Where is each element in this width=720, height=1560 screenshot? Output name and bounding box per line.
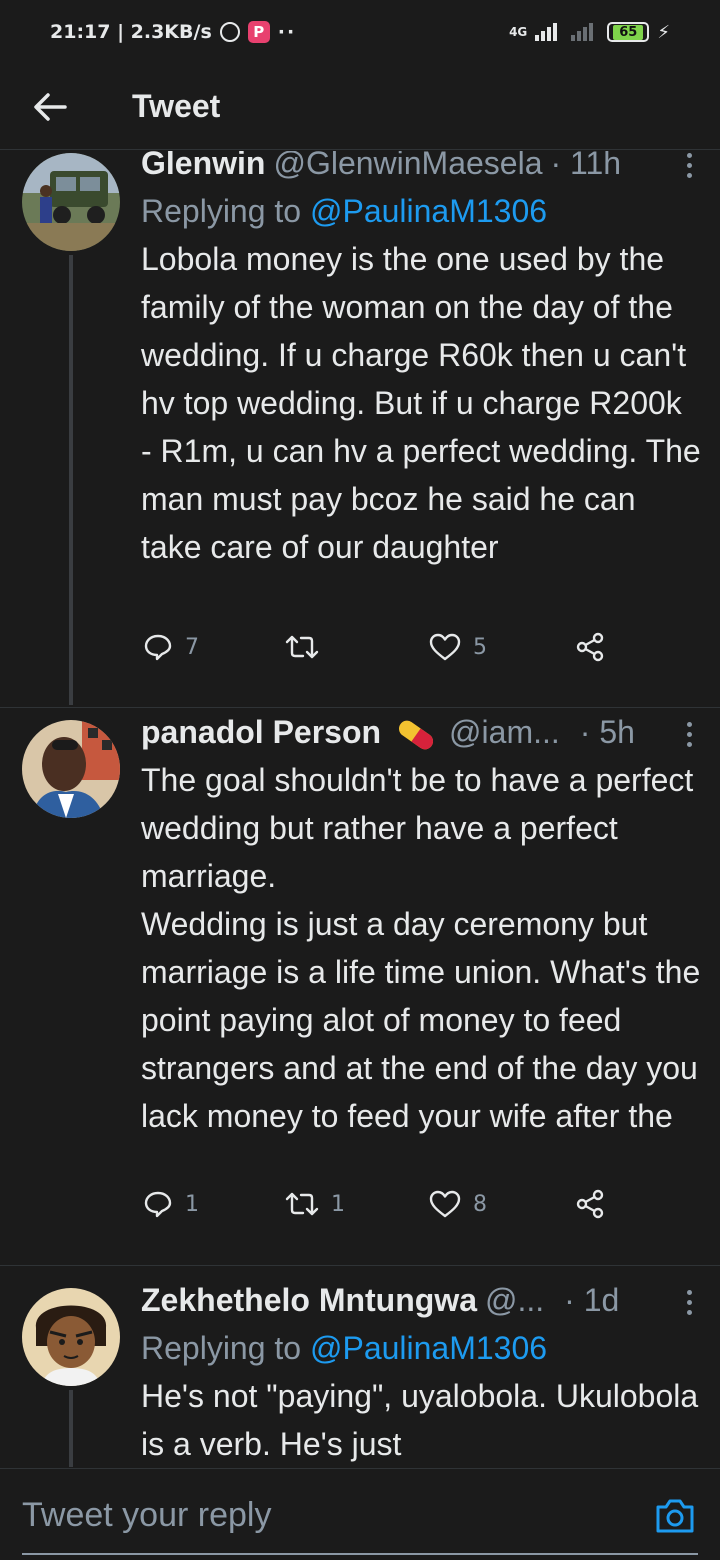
avatar[interactable] — [22, 720, 120, 818]
reply-input-underline — [22, 1553, 698, 1555]
replying-to: Replying to @PaulinaM1306 — [141, 187, 701, 235]
tweet-header: panadol Person @iam... · 5h — [141, 714, 701, 756]
avatar[interactable] — [22, 153, 120, 251]
reply-button[interactable]: 7 — [143, 632, 199, 662]
like-count: 5 — [473, 634, 487, 660]
share-icon — [576, 1189, 604, 1219]
thread-line — [69, 1390, 73, 1467]
tweet-panadol-person[interactable]: panadol Person @iam... · 5h The goal sho… — [0, 708, 720, 1263]
more-notifications-icon: ·· — [277, 21, 297, 43]
charging-icon: ⚡ — [657, 21, 670, 43]
replying-label: Replying to — [141, 1330, 302, 1366]
tweet-content: Glenwin @GlenwinMaesela · 11h Replying t… — [141, 151, 701, 571]
tweet-text: Lobola money is the one used by the fami… — [141, 241, 710, 565]
signal-icon — [535, 23, 558, 41]
pill-emoji-icon — [399, 720, 434, 750]
reply-count: 1 — [185, 1191, 199, 1217]
avatar[interactable] — [22, 1288, 120, 1386]
heart-icon — [429, 1190, 461, 1218]
author-name[interactable]: Glenwin — [141, 151, 265, 182]
reply-button[interactable]: 1 — [143, 1189, 199, 1219]
more-options-icon[interactable] — [677, 714, 701, 754]
reply-composer — [0, 1468, 720, 1560]
camera-icon[interactable] — [652, 1493, 698, 1539]
retweet-button[interactable]: 1 — [285, 1190, 345, 1218]
replying-to-link[interactable]: @PaulinaM1306 — [310, 193, 547, 229]
battery-icon: 65 — [607, 22, 650, 42]
back-button[interactable] — [0, 64, 100, 150]
retweet-icon — [285, 1192, 319, 1216]
retweet-count: 1 — [331, 1191, 345, 1217]
replying-to: Replying to @PaulinaM1306 — [141, 1324, 701, 1372]
tweet-content: panadol Person @iam... · 5h The goal sho… — [141, 714, 701, 1140]
share-icon — [576, 632, 604, 662]
tweet-time: · 11h — [550, 151, 622, 181]
tweet-header: Zekhethelo Mntungwa @... · 1d — [141, 1282, 701, 1324]
like-button[interactable]: 5 — [429, 633, 487, 661]
tweet-time: · 5h — [579, 714, 635, 750]
network-label: 4G — [509, 25, 528, 39]
tweet-zekhethelo[interactable]: Zekhethelo Mntungwa @... · 1d Replying t… — [0, 1266, 720, 1467]
like-button[interactable]: 8 — [429, 1190, 487, 1218]
signal-icon-2 — [571, 23, 594, 41]
reply-input[interactable] — [22, 1489, 622, 1541]
author-handle[interactable]: @GlenwinMaesela — [273, 151, 542, 182]
thread-line — [69, 255, 73, 705]
author-name[interactable]: panadol Person — [141, 714, 381, 751]
retweet-button[interactable] — [285, 633, 331, 661]
top-bar: Tweet — [0, 64, 720, 150]
arrow-left-icon — [34, 92, 67, 121]
author-handle[interactable]: @iam... — [449, 714, 560, 751]
tweet-header: Glenwin @GlenwinMaesela · 11h — [141, 151, 701, 187]
share-button[interactable] — [575, 632, 605, 662]
alarm-icon — [219, 22, 240, 42]
reply-thread[interactable]: Glenwin @GlenwinMaesela · 11h Replying t… — [0, 151, 720, 1467]
author-handle[interactable]: @... — [485, 1282, 544, 1319]
replying-label: Replying to — [141, 193, 302, 229]
tweet-time: · 1d — [564, 1282, 620, 1318]
tweet-glenwin[interactable]: Glenwin @GlenwinMaesela · 11h Replying t… — [0, 151, 720, 706]
heart-icon — [429, 633, 461, 661]
tweet-text: The goal shouldn't be to have a perfect … — [141, 762, 701, 1134]
battery-level: 65 — [613, 24, 644, 40]
tweet-text: He's not "paying", uyalobola. Ukulobola … — [141, 1378, 708, 1462]
status-bar: 21:17 | 2.3KB/s P ·· 4G 65 ⚡ — [0, 0, 720, 64]
reply-icon — [144, 634, 172, 661]
reply-count: 7 — [185, 634, 199, 660]
reply-icon — [144, 1191, 172, 1218]
replying-to-link[interactable]: @PaulinaM1306 — [310, 1330, 547, 1366]
author-name[interactable]: Zekhethelo Mntungwa — [141, 1282, 477, 1319]
app-notification-icon: P — [247, 21, 270, 43]
like-count: 8 — [473, 1191, 487, 1217]
tweet-content: Zekhethelo Mntungwa @... · 1d Replying t… — [141, 1282, 701, 1467]
retweet-icon — [285, 635, 319, 659]
status-time: 21:17 | 2.3KB/s — [50, 21, 212, 43]
more-options-icon[interactable] — [677, 1282, 701, 1322]
share-button[interactable] — [575, 1189, 605, 1219]
page-title: Tweet — [132, 88, 221, 124]
more-options-icon[interactable] — [677, 151, 701, 185]
